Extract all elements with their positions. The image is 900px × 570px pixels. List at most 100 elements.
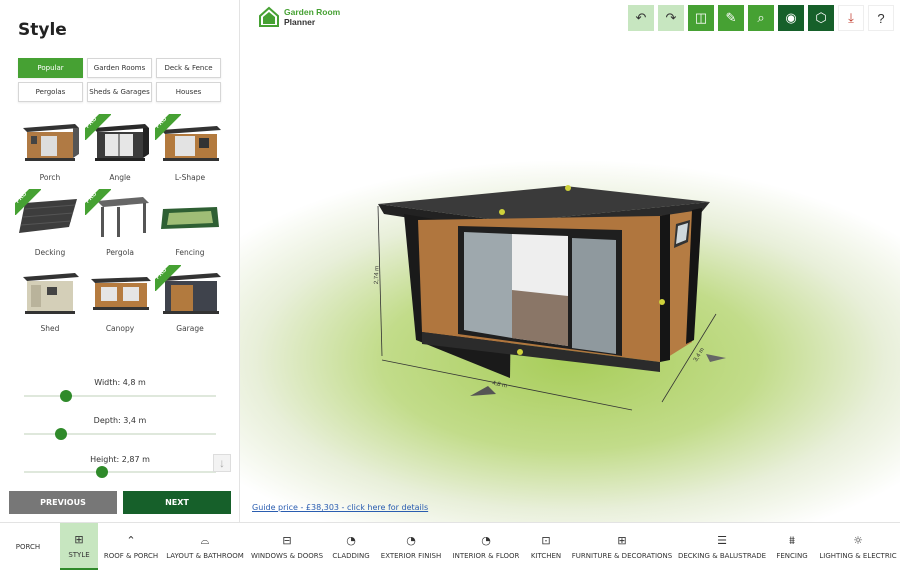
- shed-thumbnail: [23, 273, 79, 314]
- style-label: Angle: [109, 173, 131, 182]
- step-label: FENCING: [776, 552, 808, 560]
- step-lighting-electric[interactable]: ☼ LIGHTING & ELECTRIC: [819, 523, 897, 570]
- download-icon[interactable]: ⤓: [838, 5, 864, 31]
- height-dimension-label: 2,74 m: [373, 265, 381, 285]
- step-kitchen[interactable]: ⊡ KITCHEN: [530, 523, 562, 570]
- height-label: Height: 2,87 m: [90, 455, 150, 464]
- house-logo-icon: [259, 6, 279, 27]
- style-label: Shed: [40, 324, 60, 333]
- step-label: WINDOWS & DOORS: [250, 552, 324, 560]
- category-houses[interactable]: Houses: [156, 82, 221, 102]
- style-label: Pergola: [106, 248, 134, 257]
- fence-icon: ⩩: [789, 534, 795, 547]
- step-fencing[interactable]: ⩩ FENCING: [774, 523, 810, 570]
- step-windows-doors[interactable]: ⊟ WINDOWS & DOORS: [250, 523, 324, 570]
- style-label: Garage: [176, 324, 204, 333]
- palette-icon: ◔: [481, 534, 491, 547]
- help-icon[interactable]: ?: [868, 5, 894, 31]
- depth-slider-track[interactable]: [24, 433, 216, 435]
- undo-icon[interactable]: ↶: [628, 5, 654, 31]
- cube-view-icon[interactable]: ⬡: [808, 5, 834, 31]
- porch-thumbnail: [23, 124, 79, 161]
- depth-label: Depth: 3,4 m: [93, 416, 147, 425]
- width-label: Width: 4,8 m: [94, 378, 146, 387]
- canopy-thumbnail: [91, 277, 151, 310]
- bath-icon: ⌓: [200, 534, 210, 547]
- style-decking[interactable]: PRO Decking: [15, 189, 83, 261]
- category-pergolas[interactable]: Pergolas: [18, 82, 83, 102]
- roof-icon: ⌃: [126, 534, 136, 547]
- eye-icon[interactable]: ◉: [778, 5, 804, 31]
- previous-button[interactable]: PREVIOUS: [9, 491, 117, 514]
- step-cladding[interactable]: ◔ CLADDING: [332, 523, 370, 570]
- style-canopy[interactable]: Canopy: [87, 267, 153, 337]
- category-deck-fence[interactable]: Deck & Fence: [156, 58, 221, 78]
- garden-room-model[interactable]: [360, 180, 750, 420]
- style-shed[interactable]: Shed: [17, 267, 83, 337]
- height-slider-handle[interactable]: [96, 466, 108, 478]
- category-sheds-garages[interactable]: Sheds & Garages: [87, 82, 152, 102]
- furniture-grid-icon: ⊞: [617, 534, 627, 547]
- step-layout-bathroom[interactable]: ⌓ LAYOUT & BATHROOM: [166, 523, 244, 570]
- pro-badge: PRO: [155, 114, 181, 140]
- redo-icon[interactable]: ↷: [658, 5, 684, 31]
- step-label: LIGHTING & ELECTRIC: [819, 552, 897, 560]
- step-label: STYLE: [68, 550, 90, 559]
- step-label: ROOF & PORCH: [103, 552, 159, 560]
- style-angle[interactable]: PRO Angle: [85, 114, 153, 186]
- style-label: Decking: [34, 248, 66, 257]
- measure-icon[interactable]: ✎: [718, 5, 744, 31]
- style-sidebar: Style Popular Garden Rooms Deck & Fence …: [0, 0, 240, 522]
- guide-price-link[interactable]: Guide price - £38,303 - click here for d…: [252, 503, 428, 512]
- scroll-down-arrow-icon[interactable]: ↓: [213, 454, 231, 472]
- mirror-icon[interactable]: ◫: [688, 5, 714, 31]
- style-label: Canopy: [105, 324, 135, 333]
- lightbulb-icon: ☼: [853, 534, 863, 547]
- sidebar-title: Style: [18, 20, 67, 40]
- style-label: Fencing: [175, 248, 205, 257]
- step-furniture-decorations[interactable]: ⊞ FURNITURE & DECORATIONS: [572, 523, 672, 570]
- pro-badge: PRO: [85, 114, 111, 140]
- logo-line-1: Garden Room: [284, 7, 341, 17]
- step-porch[interactable]: PORCH: [8, 523, 48, 570]
- step-style[interactable]: ⊞ STYLE: [60, 523, 98, 570]
- step-decking-balustrade[interactable]: ☰ DECKING & BALUSTRADE: [678, 523, 766, 570]
- step-label: FURNITURE & DECORATIONS: [571, 552, 673, 560]
- category-garden-rooms[interactable]: Garden Rooms: [87, 58, 152, 78]
- palette-icon: ◔: [346, 534, 356, 547]
- category-popular[interactable]: Popular: [18, 58, 83, 78]
- step-label: LAYOUT & BATHROOM: [166, 552, 244, 560]
- style-l-shape[interactable]: PRO L-Shape: [155, 114, 223, 186]
- width-slider-handle[interactable]: [60, 390, 72, 402]
- style-label: L-Shape: [174, 173, 206, 182]
- pro-badge: PRO: [155, 265, 181, 291]
- step-label: CLADDING: [332, 552, 370, 560]
- style-porch[interactable]: Porch: [17, 116, 83, 186]
- zoom-icon[interactable]: ⌕: [748, 5, 774, 31]
- width-slider-track[interactable]: [24, 395, 216, 397]
- pro-badge: PRO: [85, 189, 111, 215]
- style-fencing[interactable]: Fencing: [157, 191, 223, 261]
- fencing-thumbnail: [161, 207, 219, 229]
- next-button[interactable]: NEXT: [123, 491, 231, 514]
- step-exterior-finish[interactable]: ◔ EXTERIOR FINISH: [380, 523, 442, 570]
- 3d-viewport[interactable]: Garden Room Planner ↶ ↷ ◫ ✎ ⌕ ◉ ⬡ ⤓ ? 2,…: [240, 0, 900, 522]
- step-label: PORCH: [15, 543, 41, 551]
- height-slider-track[interactable]: [24, 471, 216, 473]
- step-label: INTERIOR & FLOOR: [452, 552, 520, 560]
- logo: Garden Room Planner: [258, 6, 340, 28]
- step-label: KITCHEN: [530, 552, 562, 560]
- kitchen-icon: ⊡: [541, 534, 551, 547]
- step-label: EXTERIOR FINISH: [380, 552, 442, 560]
- style-label: Porch: [39, 173, 61, 182]
- style-grid-icon: ⊞: [74, 532, 84, 546]
- style-pergola[interactable]: PRO Pergola: [85, 189, 153, 261]
- depth-slider-handle[interactable]: [55, 428, 67, 440]
- logo-line-2: Planner: [284, 17, 316, 27]
- step-roof-porch[interactable]: ⌃ ROOF & PORCH: [104, 523, 158, 570]
- step-interior-floor[interactable]: ◔ INTERIOR & FLOOR: [452, 523, 520, 570]
- palette-icon: ◔: [406, 534, 416, 547]
- pro-badge: PRO: [15, 189, 41, 215]
- window-icon: ⊟: [282, 534, 292, 547]
- style-garage[interactable]: PRO Garage: [155, 265, 223, 337]
